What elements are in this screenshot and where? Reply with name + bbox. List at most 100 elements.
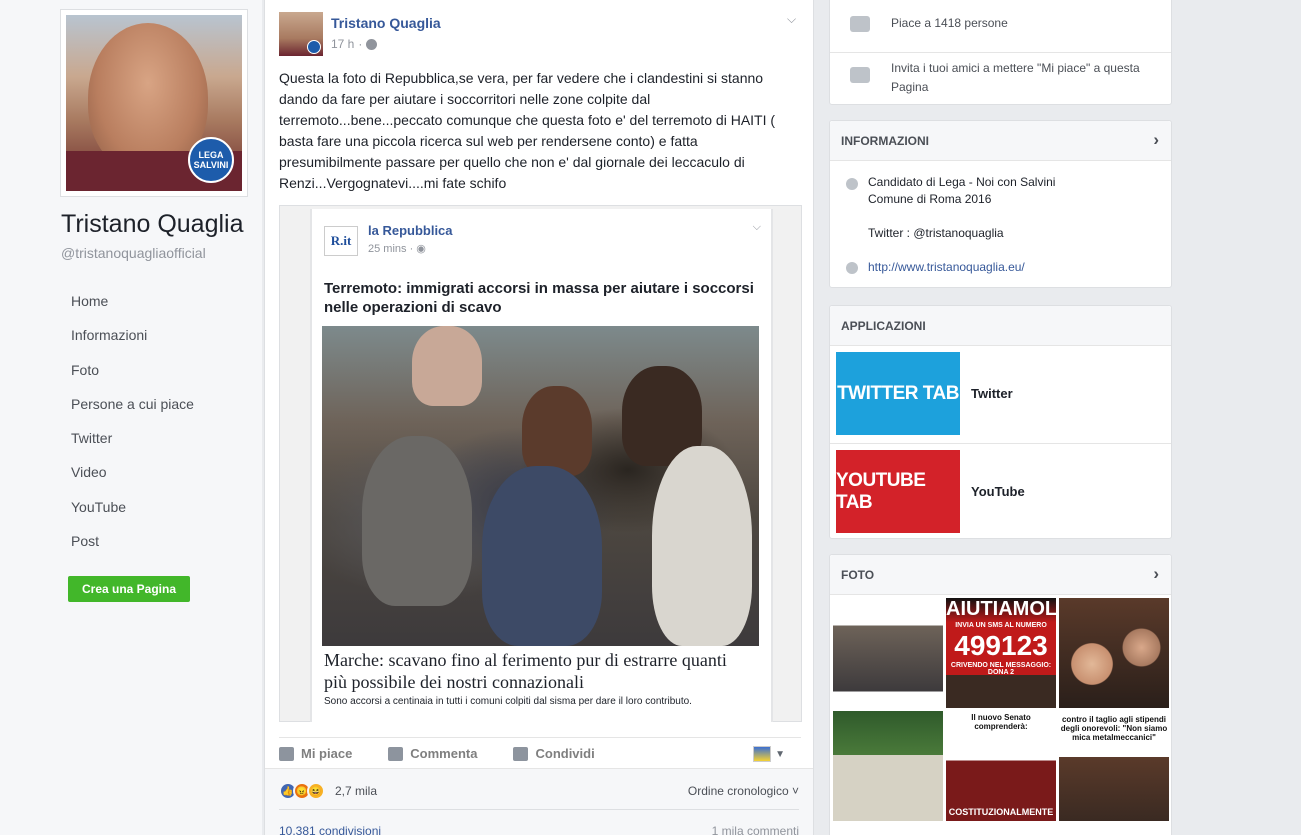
facebook-page: LEGA SALVINI Tristano Quaglia @tristanoq…	[0, 0, 1301, 835]
comment-order-dropdown[interactable]: Ordine cronologico ˅	[688, 784, 799, 798]
info-header[interactable]: INFORMAZIONI ›	[830, 121, 1171, 161]
photo-thumb[interactable]: AIUTIAMOL INVIA UN SMS AL NUMERO 499123 …	[946, 598, 1056, 708]
post-author-name[interactable]: Tristano Quaglia	[331, 15, 441, 31]
twitter-tab-icon: TWITTER TAB	[836, 352, 960, 435]
reaction-count[interactable]: 2,7 mila	[335, 784, 377, 798]
apps-header: APPLICAZIONI	[830, 306, 1171, 346]
caret-down-icon: ▼	[775, 748, 785, 760]
thumb-bottom: COSTITUZIONALMENTE	[948, 807, 1054, 817]
info-card: INFORMAZIONI › Candidato di Lega - Noi c…	[829, 120, 1172, 288]
lega-mini-icon	[307, 40, 321, 54]
comment-order-label: Ordine cronologico	[687, 784, 789, 798]
apps-card: APPLICAZIONI TWITTER TAB Twitter YOUTUBE…	[829, 305, 1172, 539]
share-button[interactable]: Condividi	[513, 746, 595, 761]
photo-person	[652, 446, 752, 646]
website-link[interactable]: http://www.tristanoquaglia.eu/	[868, 259, 1025, 276]
share-count[interactable]: 10.381 condivisioni	[279, 824, 381, 835]
earthquake-photo	[322, 326, 759, 646]
repubblica-time: 25 mins · ◉	[368, 243, 426, 255]
haha-reaction-icon: 😆	[307, 782, 325, 800]
comment-icon	[388, 746, 404, 761]
nav-item-persone[interactable]: Persone a cui piace	[71, 395, 194, 429]
photos-header[interactable]: FOTO ›	[830, 555, 1171, 595]
like-label: Mi piace	[301, 746, 353, 761]
thumb-sub: INVIA UN SMS AL NUMERO	[955, 622, 1047, 629]
chevron-down-icon: ⌵	[752, 221, 761, 233]
like-button[interactable]: Mi piace	[279, 746, 352, 761]
post-card: Tristano Quaglia 17 h · ⌵ Questa la foto…	[264, 0, 814, 835]
photo-thumb[interactable]	[833, 598, 943, 708]
photo-person	[362, 436, 472, 606]
info-description-2: Comune di Roma 2016	[868, 192, 992, 206]
nav-item-informazioni[interactable]: Informazioni	[71, 326, 194, 360]
globe-icon	[846, 262, 858, 274]
page-title[interactable]: Tristano Quaglia	[61, 210, 244, 239]
repubblica-time-text: 25 mins	[368, 243, 407, 255]
youtube-tab-icon: YOUTUBE TAB	[836, 450, 960, 533]
shared-image[interactable]: R.it la Repubblica 25 mins · ◉ ⌵ Terremo…	[279, 205, 802, 722]
nav-item-foto[interactable]: Foto	[71, 361, 194, 395]
repubblica-headline: Terremoto: immigrati accorsi in massa pe…	[324, 280, 754, 316]
reaction-icons[interactable]: 👍 😠 😆	[279, 782, 325, 800]
info-description: Candidato di Lega - Noi con Salvini	[868, 175, 1056, 189]
page-identity-picker[interactable]: ▼	[753, 746, 785, 762]
photo-thumb[interactable]	[1059, 598, 1169, 708]
thumbs-up-icon	[279, 746, 294, 761]
photo-thumb[interactable]	[833, 711, 943, 821]
profile-picture[interactable]: LEGA SALVINI	[60, 9, 248, 197]
nav-item-youtube[interactable]: YouTube	[71, 498, 194, 532]
divider	[279, 809, 799, 810]
reactions-bar: 👍 😠 😆 2,7 mila Ordine cronologico ˅ 10.3…	[265, 768, 813, 835]
photo-thumb[interactable]: contro il taglio agli stipendi degli ono…	[1059, 711, 1169, 821]
left-sidebar: LEGA SALVINI Tristano Quaglia @tristanoq…	[0, 0, 262, 835]
info-twitter: Twitter : @tristanoquaglia	[868, 226, 1004, 240]
apps-title: APPLICAZIONI	[841, 319, 926, 333]
create-page-button[interactable]: Crea una Pagina	[68, 576, 190, 602]
app-item-twitter[interactable]: TWITTER TAB Twitter	[830, 346, 1171, 443]
post-author-avatar[interactable]	[279, 12, 323, 56]
image-caption: Marche: scavano fino al ferimento pur di…	[324, 650, 727, 692]
comment-count[interactable]: 1 mila commenti	[712, 824, 799, 835]
comment-button[interactable]: Commenta	[388, 746, 477, 761]
page-handle[interactable]: @tristanoquagliaofficial	[61, 245, 206, 261]
nav-item-home[interactable]: Home	[71, 292, 194, 326]
page-nav: Home Informazioni Foto Persone a cui pia…	[71, 292, 194, 566]
photos-card: FOTO › AIUTIAMOL INVIA UN SMS AL NUMERO …	[829, 554, 1172, 835]
nav-item-video[interactable]: Video	[71, 463, 194, 497]
share-icon	[513, 746, 529, 761]
photo-grid: AIUTIAMOL INVIA UN SMS AL NUMERO 499123 …	[833, 598, 1170, 821]
globe-icon	[366, 38, 378, 50]
badge-line1: LEGA	[198, 150, 224, 160]
meta-separator: ·	[358, 37, 363, 51]
thumb-message: CRIVENDO NEL MESSAGGIO: DONA 2	[950, 662, 1052, 676]
thumb-headline: AIUTIAMOL	[946, 598, 1056, 620]
chevron-right-icon: ›	[1153, 130, 1159, 149]
add-friend-icon	[850, 67, 870, 83]
app-name-twitter: Twitter	[971, 386, 1013, 401]
thumb-title: Il nuovo Senato comprenderà:	[971, 713, 1031, 731]
likes-text: Piace a 1418 persone	[891, 16, 1008, 30]
app-item-youtube[interactable]: YOUTUBE TAB YouTube	[830, 444, 1171, 541]
divider	[830, 52, 1171, 53]
app-name-youtube: YouTube	[971, 484, 1025, 499]
chevron-down-icon[interactable]: ⌵	[787, 12, 801, 26]
post-actions: Mi piace Commenta Condividi ▼	[279, 737, 801, 769]
thumb-number: 499123	[954, 630, 1048, 661]
people-icon	[850, 16, 870, 32]
post-meta: 17 h ·	[331, 37, 378, 51]
photo-person	[412, 326, 482, 406]
share-label: Condividi	[535, 746, 595, 761]
info-icon	[846, 178, 858, 190]
photo-person	[522, 386, 592, 476]
nav-item-twitter[interactable]: Twitter	[71, 429, 194, 463]
photo-thumb[interactable]: Il nuovo Senato comprenderà: COSTITUZION…	[946, 711, 1056, 821]
repubblica-name: la Repubblica	[368, 223, 453, 238]
photos-title: FOTO	[841, 568, 875, 582]
repubblica-logo: R.it	[324, 226, 358, 256]
post-time[interactable]: 17 h	[331, 37, 354, 51]
post-text: Questa la foto di Repubblica,se vera, pe…	[279, 70, 776, 191]
likes-card: Piace a 1418 persone Invita i tuoi amici…	[829, 0, 1172, 105]
nav-item-post[interactable]: Post	[71, 532, 194, 566]
chevron-right-icon: ›	[1153, 564, 1159, 583]
info-title: INFORMAZIONI	[841, 134, 929, 148]
